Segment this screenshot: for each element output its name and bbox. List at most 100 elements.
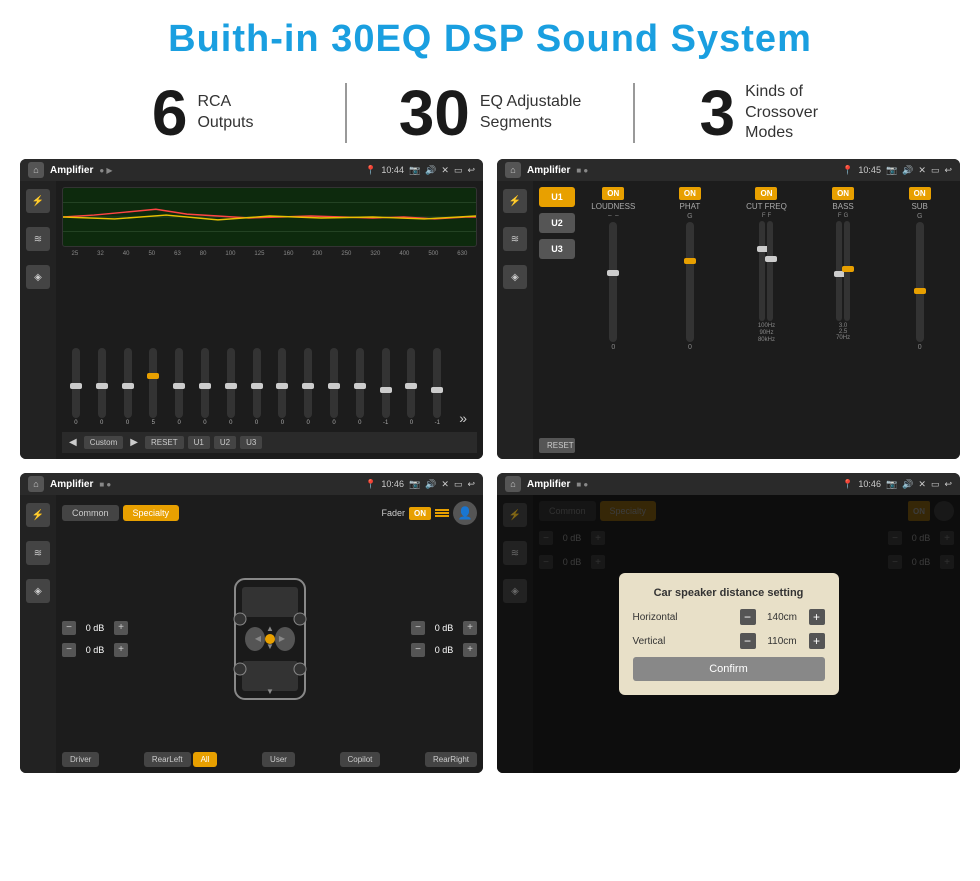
crossover-screen-card: ⌂ Amplifier ■ ● 📍10:45📷🔊✕▭↩ ⚡ ≋ ◈ U1 U2 … <box>497 159 960 459</box>
eq-screen-card: ⌂ Amplifier ● ▶ 📍 10:44 📷 🔊 ✕ ▭ ↩ ⚡ ≋ ◈ <box>20 159 483 459</box>
eq-custom-btn[interactable]: Custom <box>84 436 124 449</box>
horizontal-value: 140cm <box>760 612 805 623</box>
eq-title: Amplifier <box>50 165 93 176</box>
sub-label: SUB <box>900 202 940 211</box>
db-minus-br[interactable]: − <box>411 643 425 657</box>
cutfreq-on[interactable]: ON <box>755 187 777 200</box>
dialog-overlay: Car speaker distance setting Horizontal … <box>497 495 960 773</box>
fader-home-icon[interactable]: ⌂ <box>28 476 44 492</box>
fader-sidebar-icon-2[interactable]: ≋ <box>26 541 50 565</box>
horizontal-stepper: − 140cm + <box>740 609 825 625</box>
eq-slider-12[interactable]: 0 <box>348 348 372 426</box>
eq-u2-btn[interactable]: U2 <box>214 436 236 449</box>
phat-on[interactable]: ON <box>679 187 701 200</box>
eq-slider-7[interactable]: 0 <box>219 348 243 426</box>
horizontal-plus-btn[interactable]: + <box>809 609 825 625</box>
svg-text:▶: ▶ <box>278 634 285 643</box>
svg-text:▼: ▼ <box>266 687 274 696</box>
eq-slider-3[interactable]: 0 <box>116 348 140 426</box>
eq-sidebar-icon-1[interactable]: ⚡ <box>26 189 50 213</box>
fader-on-btn[interactable]: ON <box>409 507 431 520</box>
rearleft-btn[interactable]: RearLeft <box>144 752 191 767</box>
eq-slider-11[interactable]: 0 <box>322 348 346 426</box>
eq-slider-9[interactable]: 0 <box>271 348 295 426</box>
crossover-sidebar-icon-2[interactable]: ≋ <box>503 227 527 251</box>
preset-u1[interactable]: U1 <box>539 187 575 207</box>
crossover-sidebar-icon-1[interactable]: ⚡ <box>503 189 527 213</box>
dialog-screen-card: ⌂ Amplifier ■ ● 📍10:46📷🔊✕▭↩ ⚡ ≋ ◈ Common… <box>497 473 960 773</box>
eq-slider-14[interactable]: 0 <box>400 348 424 426</box>
crossover-home-icon[interactable]: ⌂ <box>505 162 521 178</box>
db-plus-br[interactable]: + <box>463 643 477 657</box>
bass-on[interactable]: ON <box>832 187 854 200</box>
vertical-minus-btn[interactable]: − <box>740 633 756 649</box>
crossover-reset[interactable]: RESET <box>539 438 575 453</box>
eq-slider-2[interactable]: 0 <box>90 348 114 426</box>
home-icon[interactable]: ⌂ <box>28 162 44 178</box>
eq-time: 10:44 <box>381 165 404 175</box>
eq-sidebar-icon-3[interactable]: ◈ <box>26 265 50 289</box>
svg-text:▲: ▲ <box>266 624 274 633</box>
stat-number-3: 3 <box>700 81 736 145</box>
eq-u3-btn[interactable]: U3 <box>240 436 262 449</box>
stat-label-crossover: Kinds ofCrossover Modes <box>745 82 855 144</box>
eq-slider-4[interactable]: 5 <box>141 348 165 426</box>
eq-sidebar-icon-2[interactable]: ≋ <box>26 227 50 251</box>
eq-slider-15[interactable]: -1 <box>425 348 449 426</box>
db-plus-bl[interactable]: + <box>114 643 128 657</box>
rearright-btn[interactable]: RearRight <box>425 752 477 767</box>
phat-label: PHAT <box>670 202 710 211</box>
eq-location-icon: 📍 <box>365 165 376 176</box>
vertical-label: Vertical <box>633 636 693 647</box>
eq-u1-btn[interactable]: U1 <box>188 436 210 449</box>
cutfreq-label: CUT FREQ <box>746 202 787 211</box>
eq-more-icon[interactable]: » <box>451 380 475 426</box>
horizontal-minus-btn[interactable]: − <box>740 609 756 625</box>
eq-slider-10[interactable]: 0 <box>296 348 320 426</box>
eq-slider-6[interactable]: 0 <box>193 348 217 426</box>
eq-slider-13[interactable]: -1 <box>374 348 398 426</box>
vertical-plus-btn[interactable]: + <box>809 633 825 649</box>
db-plus-tr[interactable]: + <box>463 621 477 635</box>
eq-slider-8[interactable]: 0 <box>245 348 269 426</box>
dialog-home-icon[interactable]: ⌂ <box>505 476 521 492</box>
user-btn[interactable]: User <box>262 752 295 767</box>
confirm-btn[interactable]: Confirm <box>633 657 825 681</box>
eq-play-btn[interactable]: ▶ <box>127 437 141 448</box>
eq-status-bar: ⌂ Amplifier ● ▶ 📍 10:44 📷 🔊 ✕ ▭ ↩ <box>20 159 483 181</box>
dialog-dots: ■ ● <box>576 480 588 489</box>
db-minus-tr[interactable]: − <box>411 621 425 635</box>
eq-slider-1[interactable]: 0 <box>64 348 88 426</box>
horizontal-label: Horizontal <box>633 612 693 623</box>
preset-u3[interactable]: U3 <box>539 239 575 259</box>
preset-u2[interactable]: U2 <box>539 213 575 233</box>
loudness-on[interactable]: ON <box>602 187 624 200</box>
specialty-tab[interactable]: Specialty <box>123 505 180 521</box>
dialog-status-bar: ⌂ Amplifier ■ ● 📍10:46📷🔊✕▭↩ <box>497 473 960 495</box>
bass-label: BASS <box>823 202 863 211</box>
eq-back-icon[interactable]: ↩ <box>467 165 475 176</box>
stat-crossover: 3 Kinds ofCrossover Modes <box>635 81 920 145</box>
crossover-sidebar-icon-3[interactable]: ◈ <box>503 265 527 289</box>
crossover-dots: ■ ● <box>576 166 588 175</box>
db-control-tr: − 0 dB + <box>411 621 477 635</box>
dialog-status-right: 📍10:46📷🔊✕▭↩ <box>842 479 952 490</box>
db-control-bl: − 0 dB + <box>62 643 128 657</box>
sub-on[interactable]: ON <box>909 187 931 200</box>
eq-slider-5[interactable]: 0 <box>167 348 191 426</box>
all-btn[interactable]: All <box>193 752 218 767</box>
db-minus-tl[interactable]: − <box>62 621 76 635</box>
eq-x-icon: ✕ <box>441 165 449 176</box>
db-minus-bl[interactable]: − <box>62 643 76 657</box>
fader-status-bar: ⌂ Amplifier ■ ● 📍10:46📷🔊✕▭↩ <box>20 473 483 495</box>
driver-btn[interactable]: Driver <box>62 752 99 767</box>
copilot-btn[interactable]: Copilot <box>340 752 381 767</box>
db-plus-tl[interactable]: + <box>114 621 128 635</box>
crossover-status-bar: ⌂ Amplifier ■ ● 📍10:45📷🔊✕▭↩ <box>497 159 960 181</box>
profile-icon[interactable]: 👤 <box>453 501 477 525</box>
fader-sidebar-icon-3[interactable]: ◈ <box>26 579 50 603</box>
fader-sidebar-icon-1[interactable]: ⚡ <box>26 503 50 527</box>
common-tab[interactable]: Common <box>62 505 119 521</box>
eq-reset-btn[interactable]: RESET <box>145 436 184 449</box>
eq-prev-btn[interactable]: ◀ <box>66 437 80 448</box>
